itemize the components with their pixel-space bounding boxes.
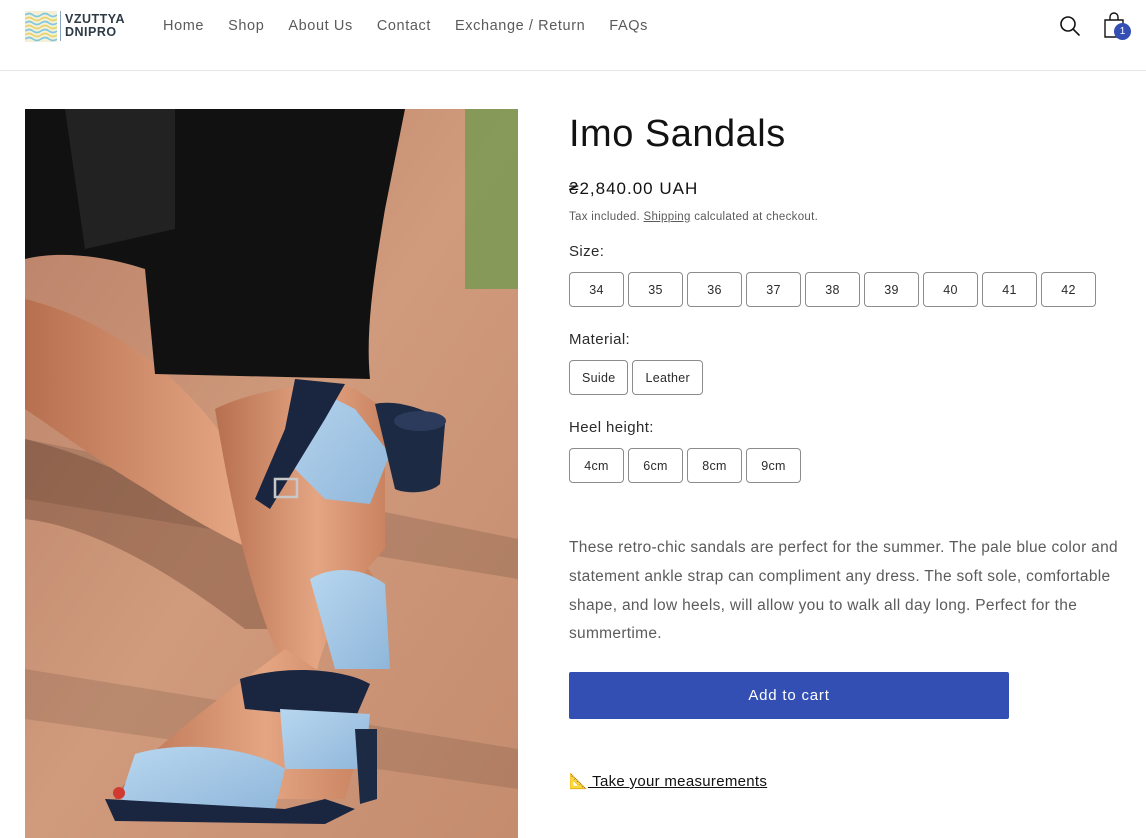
size-option[interactable]: 34 (569, 272, 624, 307)
logo-divider (60, 11, 61, 41)
brand-logo[interactable]: VZUTTYA DNIPRO (25, 10, 125, 42)
heel-height-options: 4cm 6cm 8cm 9cm (569, 448, 805, 483)
size-option[interactable]: 42 (1041, 272, 1096, 307)
product-price: ₴2,840.00 UAH (569, 179, 699, 198)
heel-height-label: Heel height: (569, 419, 654, 436)
nav-home[interactable]: Home (163, 18, 204, 34)
main-nav: Home Shop About Us Contact Exchange / Re… (163, 18, 672, 34)
tax-note: Tax included. Shipping calculated at che… (569, 211, 818, 223)
product-title: Imo Sandals (569, 113, 786, 155)
heel-option[interactable]: 9cm (746, 448, 801, 483)
site-header: VZUTTYA DNIPRO Home Shop About Us Contac… (0, 0, 1146, 71)
heel-option[interactable]: 6cm (628, 448, 683, 483)
nav-contact[interactable]: Contact (377, 18, 431, 34)
nav-faqs[interactable]: FAQs (609, 18, 648, 34)
material-options: Suide Leather (569, 360, 707, 395)
tax-suffix: calculated at checkout. (690, 211, 819, 223)
heel-option[interactable]: 8cm (687, 448, 742, 483)
shipping-link[interactable]: Shipping (644, 211, 691, 223)
size-label: Size: (569, 243, 605, 260)
cart-count-badge: 1 (1114, 23, 1131, 40)
size-options: 34 35 36 37 38 39 40 41 42 (569, 272, 1100, 307)
heel-option[interactable]: 4cm (569, 448, 624, 483)
size-option[interactable]: 37 (746, 272, 801, 307)
product-photo (25, 109, 518, 838)
measurements-label: Take your measurements (587, 773, 768, 790)
tax-prefix: Tax included. (569, 211, 644, 223)
material-option-suede[interactable]: Suide (569, 360, 629, 395)
logo-line-2: DNIPRO (65, 25, 117, 39)
size-option[interactable]: 39 (864, 272, 919, 307)
nav-exchange-return[interactable]: Exchange / Return (455, 18, 585, 34)
triangular-ruler-icon: 📐 (569, 773, 588, 790)
nav-shop[interactable]: Shop (228, 18, 264, 34)
size-option[interactable]: 41 (982, 272, 1037, 307)
logo-text: VZUTTYA DNIPRO (65, 13, 125, 39)
size-option[interactable]: 36 (687, 272, 742, 307)
material-option-leather[interactable]: Leather (632, 360, 703, 395)
search-icon[interactable] (1058, 14, 1082, 38)
logo-waves-icon (25, 10, 57, 42)
material-label: Material: (569, 331, 631, 348)
size-option[interactable]: 40 (923, 272, 978, 307)
product-description: These retro-chic sandals are perfect for… (569, 539, 1118, 643)
product-image[interactable] (25, 109, 518, 838)
nav-about-us[interactable]: About Us (288, 18, 352, 34)
measurements-link[interactable]: 📐 Take your measurements (569, 772, 767, 790)
add-to-cart-button[interactable]: Add to cart (569, 672, 1009, 719)
size-option[interactable]: 38 (805, 272, 860, 307)
size-option[interactable]: 35 (628, 272, 683, 307)
